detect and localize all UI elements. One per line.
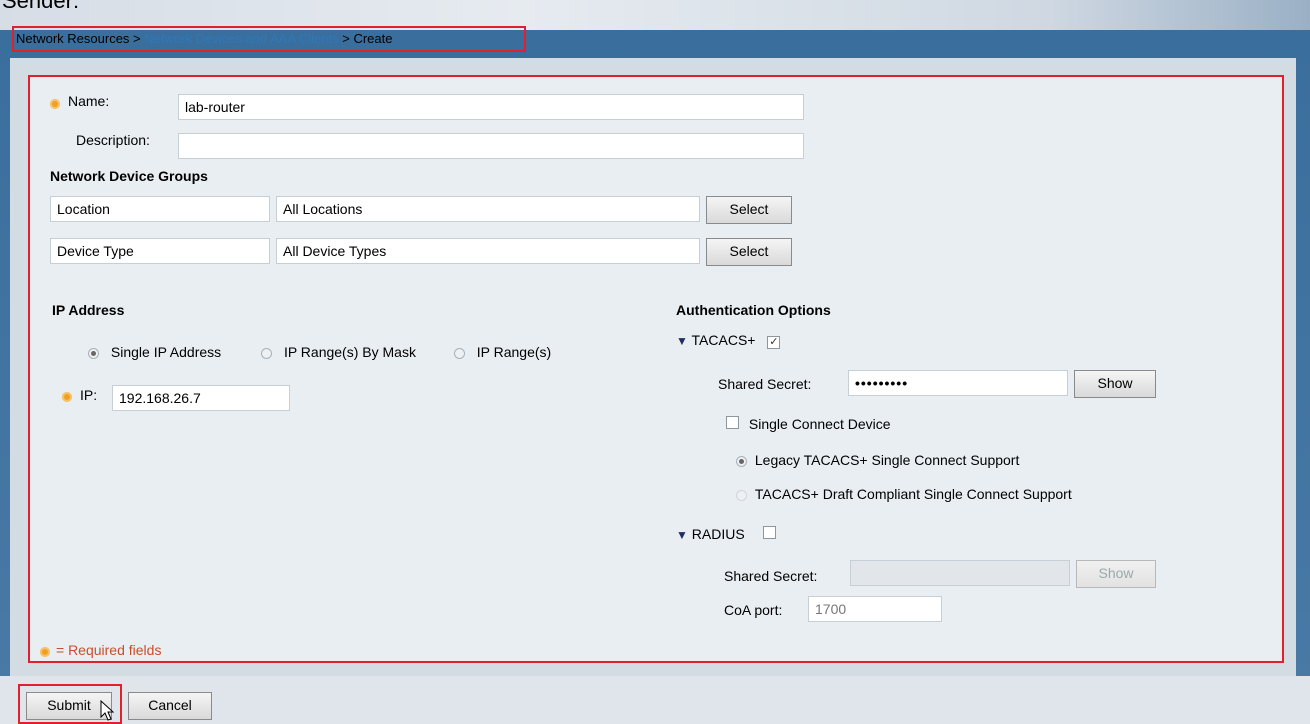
ip-label: IP: (80, 387, 98, 403)
page-heading: Sender: (2, 0, 80, 13)
single-connect-label: Single Connect Device (748, 416, 891, 432)
expand-triangle-icon: ▼ (676, 334, 688, 348)
tacacs-toggle[interactable]: ▼ TACACS+ ✓ (676, 332, 781, 349)
tacacs-checkbox[interactable]: ✓ (767, 336, 781, 349)
draft-support-row: TACACS+ Draft Compliant Single Connect S… (736, 486, 1072, 502)
radius-shared-secret-label: Shared Secret: (724, 568, 818, 584)
mouse-cursor-icon (100, 700, 115, 721)
radius-checkbox[interactable] (762, 526, 776, 539)
radius-label: RADIUS (691, 526, 745, 542)
tacacs-show-button[interactable]: Show (1074, 370, 1156, 398)
cancel-button[interactable]: Cancel (128, 692, 212, 720)
draft-support-radio[interactable] (736, 489, 747, 501)
ip-address-heading: IP Address (52, 302, 125, 318)
radius-show-button[interactable]: Show (1076, 560, 1156, 588)
device-type-select-button[interactable]: Select (706, 238, 792, 266)
breadcrumb-network-devices-link[interactable]: Network Devices and AAA Clients (144, 31, 338, 46)
required-fields-note: = Required fields (56, 642, 162, 658)
description-label: Description: (76, 132, 150, 148)
auth-options-heading: Authentication Options (676, 302, 831, 318)
single-connect-checkbox[interactable] (726, 416, 739, 429)
radius-shared-secret-input[interactable] (850, 560, 1070, 586)
tacacs-label: TACACS+ (691, 332, 756, 348)
ip-range-mask-radio[interactable] (261, 347, 273, 359)
required-icon (40, 647, 50, 657)
tacacs-shared-secret-label: Shared Secret: (718, 376, 812, 392)
breadcrumb-network-resources[interactable]: Network Resources > (16, 31, 141, 46)
tacacs-shared-secret-input[interactable]: ••••••••• (848, 370, 1068, 396)
legacy-support-radio[interactable] (736, 455, 747, 467)
single-ip-label: Single IP Address (110, 344, 222, 360)
location-select-button[interactable]: Select (706, 196, 792, 224)
ip-input[interactable]: 192.168.26.7 (112, 385, 290, 411)
legacy-support-label: Legacy TACACS+ Single Connect Support (754, 452, 1020, 468)
draft-support-label: TACACS+ Draft Compliant Single Connect S… (754, 486, 1072, 502)
ndg-heading: Network Device Groups (50, 168, 208, 184)
legacy-support-row: Legacy TACACS+ Single Connect Support (736, 452, 1019, 468)
name-input[interactable]: lab-router (178, 94, 804, 120)
breadcrumb: Network Resources > Network Devices and … (12, 26, 526, 52)
name-label: Name: (68, 93, 110, 109)
device-type-value-field[interactable]: All Device Types (276, 238, 700, 264)
ip-range-radio[interactable] (453, 347, 465, 359)
ip-range-mask-label: IP Range(s) By Mask (283, 344, 416, 360)
single-ip-radio[interactable] (88, 347, 99, 359)
device-type-label-field: Device Type (50, 238, 270, 264)
required-icon (62, 392, 72, 402)
description-input[interactable] (178, 133, 804, 159)
ip-address-type-group: Single IP Address IP Range(s) By Mask IP… (88, 344, 551, 360)
location-label-field: Location (50, 196, 270, 222)
breadcrumb-create: > Create (342, 31, 393, 46)
ip-range-label: IP Range(s) (476, 344, 552, 360)
radius-toggle[interactable]: ▼ RADIUS (676, 526, 776, 542)
single-connect-row: Single Connect Device (726, 416, 891, 432)
coa-port-label: CoA port: (724, 602, 783, 618)
required-icon (50, 99, 60, 109)
coa-port-input[interactable]: 1700 (808, 596, 942, 622)
expand-triangle-icon: ▼ (676, 528, 688, 542)
location-value-field[interactable]: All Locations (276, 196, 700, 222)
